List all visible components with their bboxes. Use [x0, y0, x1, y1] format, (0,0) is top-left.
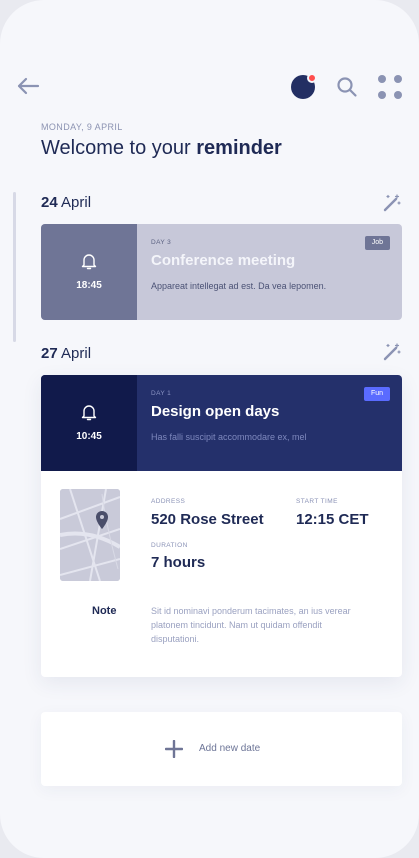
- event-time: 18:45: [76, 280, 102, 291]
- add-new-date-button[interactable]: Add new date: [41, 712, 402, 786]
- address-value: 520 Rose Street: [151, 511, 264, 528]
- event-day-tag: DAY 1: [151, 390, 172, 397]
- add-new-date-label: Add new date: [199, 743, 261, 754]
- timeline-rail: [13, 192, 16, 342]
- edit-wand-icon[interactable]: [382, 342, 402, 362]
- plus-icon: [164, 739, 184, 759]
- event-time: 10:45: [76, 431, 102, 442]
- note-text: Sit id nominavi ponderum tacimates, an i…: [151, 606, 351, 644]
- event-time-block: 18:45: [41, 224, 137, 320]
- edit-wand-icon[interactable]: [382, 193, 402, 213]
- start-time-label: START TIME: [296, 498, 338, 505]
- date-heading-27-april: 27 April: [41, 345, 92, 362]
- page-title: Welcome to your reminder: [41, 137, 282, 159]
- bell-icon: [79, 402, 99, 422]
- event-card-conference-meeting[interactable]: 18:45 DAY 3 Conference meeting Appareat …: [41, 224, 402, 320]
- note-label: Note: [92, 605, 117, 617]
- category-badge-job: Job: [364, 236, 390, 250]
- back-arrow-icon[interactable]: [16, 76, 40, 96]
- duration-label: DURATION: [151, 542, 188, 549]
- location-map[interactable]: [60, 489, 120, 581]
- category-badge-fun: Fun: [363, 387, 390, 401]
- notification-dot: [307, 73, 317, 83]
- event-description: Has falli suscipit accommodare ex, mel: [151, 432, 307, 442]
- date-heading-24-april: 24 April: [41, 194, 92, 211]
- event-day-tag: DAY 3: [151, 239, 172, 246]
- current-date: MONDAY, 9 APRIL: [41, 122, 123, 132]
- menu-grid-icon[interactable]: [376, 74, 404, 100]
- phone-screen: MONDAY, 9 APRIL Welcome to your reminder…: [0, 0, 419, 858]
- event-title: Conference meeting: [151, 252, 296, 269]
- event-header[interactable]: 10:45 DAY 1 Design open days Has falli s…: [41, 375, 402, 471]
- event-time-block: 10:45: [41, 375, 137, 471]
- event-card-design-open-days: 10:45 DAY 1 Design open days Has falli s…: [41, 375, 402, 677]
- start-time-value: 12:15 CET: [296, 511, 369, 528]
- address-label: ADDRESS: [151, 498, 186, 505]
- bell-icon: [79, 251, 99, 271]
- search-icon[interactable]: [336, 76, 358, 98]
- duration-value: 7 hours: [151, 554, 206, 571]
- event-title: Design open days: [151, 403, 280, 420]
- event-description: Appareat intellegat ad est. Da vea lepom…: [151, 281, 327, 291]
- avatar[interactable]: [291, 73, 317, 99]
